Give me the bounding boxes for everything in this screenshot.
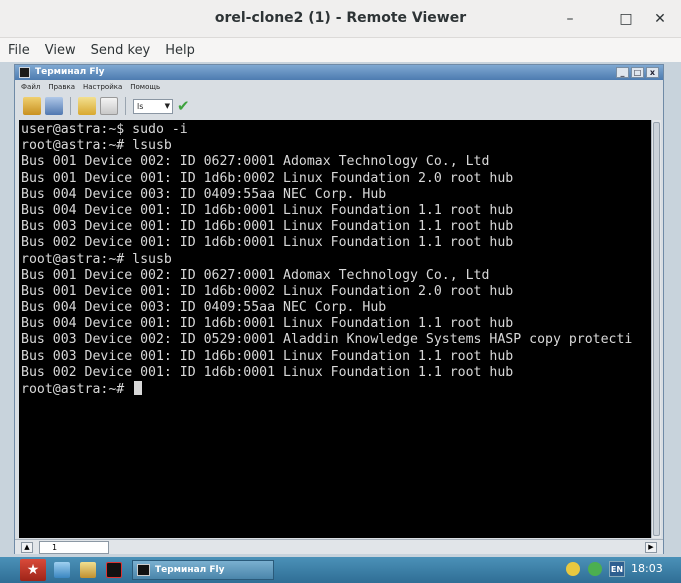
terminal-menu-file[interactable]: Файл xyxy=(21,83,40,91)
terminal-menu-edit[interactable]: Правка xyxy=(48,83,75,91)
close-button[interactable]: ✕ xyxy=(648,7,672,31)
terminal-scrollbar[interactable] xyxy=(651,120,661,538)
command-combo-value: ls xyxy=(137,101,144,111)
terminal-line: Bus 003 Device 001: ID 1d6b:0001 Linux F… xyxy=(21,348,514,364)
checkmark-icon[interactable]: ✔ xyxy=(177,97,190,115)
terminal-prompt: root@astra:~# xyxy=(21,382,133,397)
terminal-toolbar: ls ▼ ✔ xyxy=(15,94,663,118)
close-session-icon[interactable] xyxy=(45,97,63,115)
terminal-line: Bus 004 Device 003: ID 0409:55aa NEC Cor… xyxy=(21,300,387,316)
terminal-line: Bus 001 Device 001: ID 1d6b:0002 Linux F… xyxy=(21,170,514,186)
copy-icon[interactable] xyxy=(78,97,96,115)
terminal-line: Bus 004 Device 001: ID 1d6b:0001 Linux F… xyxy=(21,202,514,218)
keyboard-tray-icon[interactable] xyxy=(566,562,580,576)
terminal-close-button[interactable]: x xyxy=(646,67,659,78)
terminal-line: root@astra:~# lsusb xyxy=(21,138,172,154)
chevron-down-icon: ▼ xyxy=(164,101,170,110)
start-star-icon[interactable]: ★ xyxy=(20,559,46,581)
guest-display[interactable]: Терминал Fly _ □ x Файл Правка Настройка… xyxy=(0,62,681,583)
tab-scroll-left-icon[interactable]: ▲ xyxy=(21,542,33,553)
menu-send-key[interactable]: Send key xyxy=(91,43,151,58)
session-tab[interactable]: 1 xyxy=(39,541,109,554)
terminal-maximize-button[interactable]: □ xyxy=(631,67,644,78)
network-tray-icon[interactable] xyxy=(588,562,602,576)
taskbar-terminal-task[interactable]: Терминал Fly xyxy=(132,560,274,580)
new-session-icon[interactable] xyxy=(23,97,41,115)
desktop-icon[interactable] xyxy=(54,562,70,578)
terminal-window: Терминал Fly _ □ x Файл Правка Настройка… xyxy=(14,64,664,554)
command-combo[interactable]: ls ▼ xyxy=(133,98,173,114)
terminal-line: Bus 001 Device 001: ID 1d6b:0002 Linux F… xyxy=(21,283,514,299)
files-icon[interactable] xyxy=(80,562,96,578)
terminal-menu-help[interactable]: Помощь xyxy=(130,83,160,91)
minimize-button[interactable]: – xyxy=(558,7,582,31)
menu-help[interactable]: Help xyxy=(165,43,195,58)
window-titlebar: orel-clone2 (1) - Remote Viewer – □ ✕ xyxy=(0,0,681,38)
terminal-line: Bus 003 Device 002: ID 0529:0001 Aladdin… xyxy=(21,332,633,348)
terminal-line: Bus 004 Device 003: ID 0409:55aa NEC Cor… xyxy=(21,186,387,202)
terminal-line: root@astra:~# lsusb xyxy=(21,251,172,267)
terminal-prompt-line: root@astra:~# xyxy=(21,381,651,397)
language-indicator[interactable]: EN xyxy=(609,561,625,577)
terminal-line: Bus 003 Device 001: ID 1d6b:0001 Linux F… xyxy=(21,219,514,235)
terminal-app-icon xyxy=(137,564,150,576)
terminal-output[interactable]: user@astra:~$ sudo -i root@astra:~# lsus… xyxy=(19,120,651,538)
terminal-line: Bus 002 Device 001: ID 1d6b:0001 Linux F… xyxy=(21,364,514,380)
text-cursor xyxy=(134,381,143,395)
menubar: File View Send key Help xyxy=(0,38,681,62)
terminal-menu-settings[interactable]: Настройка xyxy=(83,83,122,91)
terminal-line: user@astra:~$ sudo -i xyxy=(21,122,188,137)
terminal-titlebar: Терминал Fly _ □ x xyxy=(15,65,663,80)
toolbar-separator xyxy=(125,97,126,115)
terminal-minimize-button[interactable]: _ xyxy=(616,67,629,78)
session-tabbar: ▲ 1 ▶ xyxy=(15,539,663,554)
guest-taskbar: ★ Терминал Fly EN 18:03 xyxy=(0,557,681,583)
paste-icon[interactable] xyxy=(100,97,118,115)
scrollbar-thumb[interactable] xyxy=(653,122,660,536)
maximize-button[interactable]: □ xyxy=(614,7,638,31)
terminal-line: Bus 002 Device 001: ID 1d6b:0001 Linux F… xyxy=(21,235,514,251)
menu-file[interactable]: File xyxy=(8,43,30,58)
toolbar-separator xyxy=(70,97,71,115)
terminal-line: Bus 001 Device 002: ID 0627:0001 Adomax … xyxy=(21,154,490,170)
tab-scroll-right-icon[interactable]: ▶ xyxy=(645,542,657,553)
clock[interactable]: 18:03 xyxy=(631,562,663,575)
terminal-line: Bus 001 Device 002: ID 0627:0001 Adomax … xyxy=(21,267,490,283)
terminal-launcher-icon[interactable] xyxy=(106,562,122,578)
terminal-menubar: Файл Правка Настройка Помощь xyxy=(15,80,663,94)
terminal-title: Терминал Fly xyxy=(35,67,105,77)
terminal-app-icon xyxy=(19,67,30,78)
terminal-line: Bus 004 Device 001: ID 1d6b:0001 Linux F… xyxy=(21,316,514,332)
taskbar-task-label: Терминал Fly xyxy=(155,565,225,575)
menu-view[interactable]: View xyxy=(45,43,76,58)
